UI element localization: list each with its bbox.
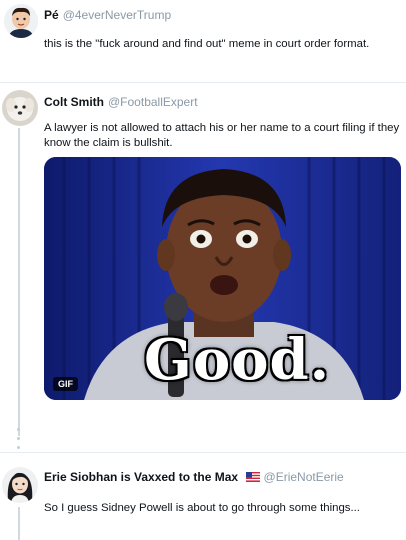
tweet-text: this is the "fuck around and find out" m… [44,38,370,50]
tweet-header: Erie Siobhan is Vaxxed to the Max @ErieN… [44,468,344,487]
avatar[interactable] [4,4,38,38]
tweet-pe[interactable]: Pé @4everNeverTrump this is the "fuck aro… [0,0,406,82]
display-name[interactable]: Erie Siobhan is Vaxxed to the Max [44,470,238,484]
gif-caption: Good. [144,327,331,393]
tweet-header: Colt Smith @FootballExpert [44,93,198,111]
us-flag-icon [245,469,260,487]
user-handle[interactable]: @ErieNotEerie [264,470,344,484]
avatar[interactable] [2,90,38,126]
avatar-man-cartoon-icon [4,4,38,38]
thread-line [18,507,20,540]
display-name[interactable]: Pé [44,8,59,22]
tweet-header: Pé @4everNeverTrump [44,6,171,24]
thread-line [18,128,20,436]
avatar-woman-cartoon-icon [2,467,38,503]
avatar-dog-icon [2,90,38,126]
user-handle[interactable]: @4everNeverTrump [63,8,171,22]
gif-media[interactable]: Good. GIF [44,157,401,400]
thread-dot [17,437,20,440]
thread-dot [17,428,20,431]
tweet-erie-siobhan[interactable]: Erie Siobhan is Vaxxed to the Max @ErieN… [0,453,406,540]
thread-dot [17,446,20,449]
avatar[interactable] [2,467,38,503]
thread-ellipsis[interactable] [17,428,20,455]
display-name[interactable]: Colt Smith [44,95,104,109]
gif-badge: GIF [53,377,78,391]
user-handle[interactable]: @FootballExpert [108,95,198,109]
tweet-text: So I guess Sidney Powell is about to go … [44,502,360,514]
tweet-text: A lawyer is not allowed to attach his or… [44,122,400,149]
